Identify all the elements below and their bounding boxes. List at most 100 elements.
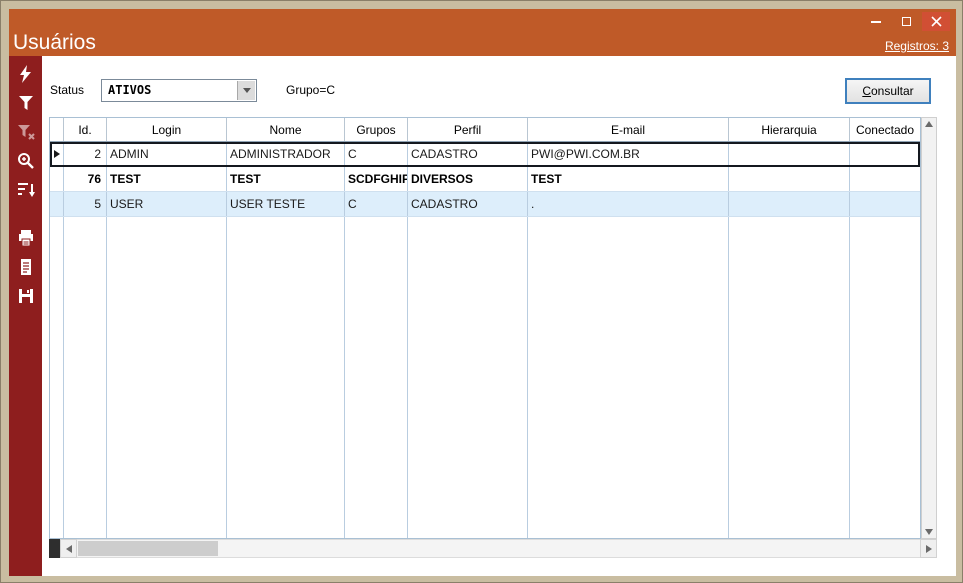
- save-button[interactable]: [14, 285, 38, 307]
- row-selector-cell: [50, 167, 64, 191]
- refresh-button[interactable]: [14, 63, 38, 85]
- grid-empty-area: [50, 217, 920, 538]
- horizontal-scroll-track[interactable]: [77, 539, 920, 558]
- table-row[interactable]: 5 USER USER TESTE C CADASTRO .: [50, 192, 920, 217]
- row-selector-cell: [50, 142, 64, 166]
- maximize-button[interactable]: [892, 12, 920, 31]
- cell-nome: USER TESTE: [227, 192, 345, 216]
- cell-nome: ADMINISTRADOR: [227, 142, 345, 166]
- cell-login: ADMIN: [107, 142, 227, 166]
- cell-grupos: SCDFGHIP: [345, 167, 408, 191]
- grupo-filter-text: Grupo=C: [286, 83, 335, 97]
- filler-cell: [850, 217, 920, 538]
- status-combobox-dropdown-button[interactable]: [237, 81, 255, 100]
- scroll-right-icon: [926, 545, 932, 553]
- sort-icon: [16, 180, 36, 200]
- consultar-button-label: Consultar: [862, 84, 913, 98]
- scroll-up-icon[interactable]: [925, 121, 933, 127]
- filler-cell: [729, 217, 850, 538]
- header-grupos[interactable]: Grupos: [345, 118, 408, 141]
- scrollbar-corner-stub: [49, 539, 60, 558]
- cell-id: 76: [64, 167, 107, 191]
- clear-filter-button[interactable]: [14, 121, 38, 143]
- filler-cell: [64, 217, 107, 538]
- row-selector-cell: [50, 192, 64, 216]
- scroll-down-icon[interactable]: [925, 529, 933, 535]
- cell-id: 5: [64, 192, 107, 216]
- status-label: Status: [50, 83, 84, 97]
- cell-conectado: [850, 167, 920, 191]
- cell-hierarquia: [729, 142, 850, 166]
- maximize-icon: [902, 17, 911, 26]
- zoom-button[interactable]: [14, 150, 38, 172]
- users-grid: Id. Login Nome Grupos Perfil E-mail Hier…: [49, 117, 937, 539]
- registros-link[interactable]: Registros: 3: [885, 39, 949, 53]
- status-combobox-value: ATIVOS: [108, 83, 151, 97]
- cell-grupos: C: [345, 192, 408, 216]
- grid-columns-area: Id. Login Nome Grupos Perfil E-mail Hier…: [49, 117, 921, 539]
- selected-row-marker-icon: [54, 150, 60, 158]
- filter-button[interactable]: [14, 92, 38, 114]
- cell-grupos: C: [345, 142, 408, 166]
- header-hierarquia[interactable]: Hierarquia: [729, 118, 850, 141]
- window-title: Usuários: [13, 31, 96, 55]
- filler-cell: [345, 217, 408, 538]
- window-controls: [862, 12, 950, 31]
- zoom-icon: [16, 151, 36, 171]
- scroll-left-button[interactable]: [60, 539, 77, 558]
- lightning-refresh-icon: [16, 64, 36, 84]
- filler-cell: [408, 217, 528, 538]
- cell-email: .: [528, 192, 729, 216]
- minimize-button[interactable]: [862, 12, 890, 31]
- cell-email: TEST: [528, 167, 729, 191]
- left-toolbar: [9, 56, 42, 576]
- print-button[interactable]: [14, 227, 38, 249]
- cell-perfil: CADASTRO: [408, 142, 528, 166]
- minimize-icon: [871, 21, 881, 23]
- status-combobox[interactable]: ATIVOS: [101, 79, 257, 102]
- cell-id: 2: [64, 142, 107, 166]
- filler-cell: [50, 217, 64, 538]
- table-row[interactable]: 76 TEST TEST SCDFGHIP DIVERSOS TEST: [50, 167, 920, 192]
- cell-perfil: CADASTRO: [408, 192, 528, 216]
- cell-conectado: [850, 192, 920, 216]
- clear-filter-icon: [16, 122, 36, 142]
- report-button[interactable]: [14, 256, 38, 278]
- horizontal-scroll-thumb[interactable]: [78, 541, 218, 556]
- cell-conectado: [850, 142, 920, 166]
- report-icon: [16, 257, 36, 277]
- cell-perfil: DIVERSOS: [408, 167, 528, 191]
- header-email[interactable]: E-mail: [528, 118, 729, 141]
- header-perfil[interactable]: Perfil: [408, 118, 528, 141]
- header-id[interactable]: Id.: [64, 118, 107, 141]
- cell-login: USER: [107, 192, 227, 216]
- cell-login: TEST: [107, 167, 227, 191]
- chevron-down-icon: [243, 88, 251, 93]
- consultar-button[interactable]: Consultar: [845, 78, 931, 104]
- cell-hierarquia: [729, 167, 850, 191]
- scroll-left-icon: [66, 545, 72, 553]
- scroll-right-button[interactable]: [920, 539, 937, 558]
- vertical-scrollbar[interactable]: [921, 117, 937, 539]
- cell-email: PWI@PWI.COM.BR: [528, 142, 729, 166]
- save-icon: [16, 286, 36, 306]
- sort-button[interactable]: [14, 179, 38, 201]
- horizontal-scrollbar[interactable]: [49, 539, 937, 558]
- main-content: Status ATIVOS Grupo=C Consultar Id. Logi…: [42, 56, 956, 576]
- header-login[interactable]: Login: [107, 118, 227, 141]
- titlebar[interactable]: Usuários Registros: 3: [9, 9, 956, 56]
- cell-hierarquia: [729, 192, 850, 216]
- table-row[interactable]: 2 ADMIN ADMINISTRADOR C CADASTRO PWI@PWI…: [50, 142, 920, 167]
- header-row-selector: [50, 118, 64, 141]
- header-nome[interactable]: Nome: [227, 118, 345, 141]
- cell-nome: TEST: [227, 167, 345, 191]
- header-conectado[interactable]: Conectado: [850, 118, 920, 141]
- close-icon: [931, 16, 942, 27]
- close-button[interactable]: [922, 12, 950, 31]
- filler-cell: [528, 217, 729, 538]
- filter-icon: [16, 93, 36, 113]
- filler-cell: [227, 217, 345, 538]
- app-window: Usuários Registros: 3: [0, 0, 963, 583]
- grid-header-row: Id. Login Nome Grupos Perfil E-mail Hier…: [50, 118, 920, 142]
- print-icon: [16, 228, 36, 248]
